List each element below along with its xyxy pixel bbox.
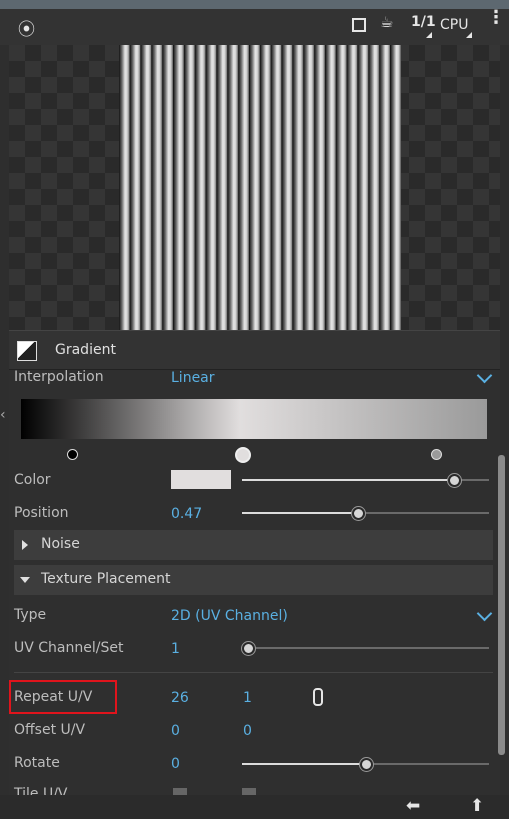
noise-section-header[interactable]: Noise	[14, 530, 493, 560]
section-divider	[14, 672, 493, 673]
tile-uv-row-clip: Tile U/V	[9, 782, 500, 795]
gradient-stop-handle[interactable]	[66, 449, 78, 460]
offset-v-value[interactable]: 0	[243, 723, 252, 739]
link-icon[interactable]: ⦿	[18, 15, 35, 40]
texture-placement-section-header[interactable]: Texture Placement	[14, 565, 493, 595]
position-slider-thumb[interactable]	[352, 507, 366, 520]
gradient-stop-handle[interactable]	[235, 447, 252, 463]
noise-section-label: Noise	[41, 536, 80, 552]
panel-scrollbar[interactable]	[498, 455, 505, 755]
square-icon[interactable]	[352, 18, 366, 32]
expand-right-icon	[22, 540, 28, 550]
arrow-left-icon[interactable]: ⬅	[406, 796, 420, 816]
gradient-stop-handle[interactable]	[430, 449, 442, 460]
position-label: Position	[14, 505, 69, 521]
color-slider-fill	[242, 479, 455, 481]
more-menu-icon[interactable]: ⋮	[487, 9, 505, 27]
render-mode-corner-icon	[466, 32, 472, 38]
rotate-slider-fill	[242, 763, 366, 765]
type-label: Type	[14, 607, 47, 623]
position-value[interactable]: 0.47	[171, 506, 202, 522]
color-swatch[interactable]	[171, 470, 231, 489]
teapot-icon[interactable]: ☕	[380, 13, 393, 31]
repeat-u-value[interactable]: 26	[171, 690, 189, 706]
ratio-corner-icon	[426, 32, 432, 38]
gradient-icon	[17, 341, 37, 361]
position-slider-fill	[242, 512, 359, 514]
collapse-down-icon	[20, 577, 30, 583]
gradient-bar[interactable]	[21, 399, 487, 439]
interpolation-label: Interpolation	[14, 369, 104, 385]
ratio-button[interactable]: 1/1	[411, 14, 436, 30]
render-mode-button[interactable]: CPU	[440, 17, 468, 33]
repeat-uv-highlight-box	[9, 680, 117, 714]
rotate-label: Rotate	[14, 755, 60, 771]
bottom-bar: ⬅ ⬆	[0, 795, 509, 819]
uv-channel-label: UV Channel/Set	[14, 640, 124, 656]
arrow-up-icon[interactable]: ⬆	[470, 796, 484, 816]
panel-header: Gradient	[9, 330, 500, 370]
preview-stripes-image	[119, 45, 401, 330]
collapse-left-icon[interactable]: ‹	[0, 407, 6, 423]
window-top-strip	[0, 0, 509, 9]
texture-preview	[9, 45, 500, 330]
tile-v-checkbox[interactable]	[242, 788, 256, 795]
uv-channel-value[interactable]: 1	[171, 641, 180, 657]
texture-placement-section-label: Texture Placement	[41, 571, 171, 587]
uv-channel-slider-track[interactable]	[242, 647, 489, 649]
viewer-toolbar: ⦿ ☕ 1/1 CPU ⋮	[0, 9, 509, 45]
offset-uv-label: Offset U/V	[14, 722, 86, 738]
offset-u-value[interactable]: 0	[171, 723, 180, 739]
repeat-v-value[interactable]: 1	[243, 690, 252, 706]
color-label: Color	[14, 472, 51, 488]
panel-title: Gradient	[55, 342, 116, 358]
type-dropdown[interactable]: 2D (UV Channel)	[171, 608, 288, 624]
chain-link-icon[interactable]	[313, 688, 323, 706]
rotate-slider-thumb[interactable]	[359, 758, 373, 771]
tile-uv-label: Tile U/V	[14, 786, 68, 795]
interpolation-dropdown[interactable]: Linear	[171, 370, 215, 386]
rotate-value[interactable]: 0	[171, 756, 180, 772]
tile-u-checkbox[interactable]	[173, 788, 187, 795]
